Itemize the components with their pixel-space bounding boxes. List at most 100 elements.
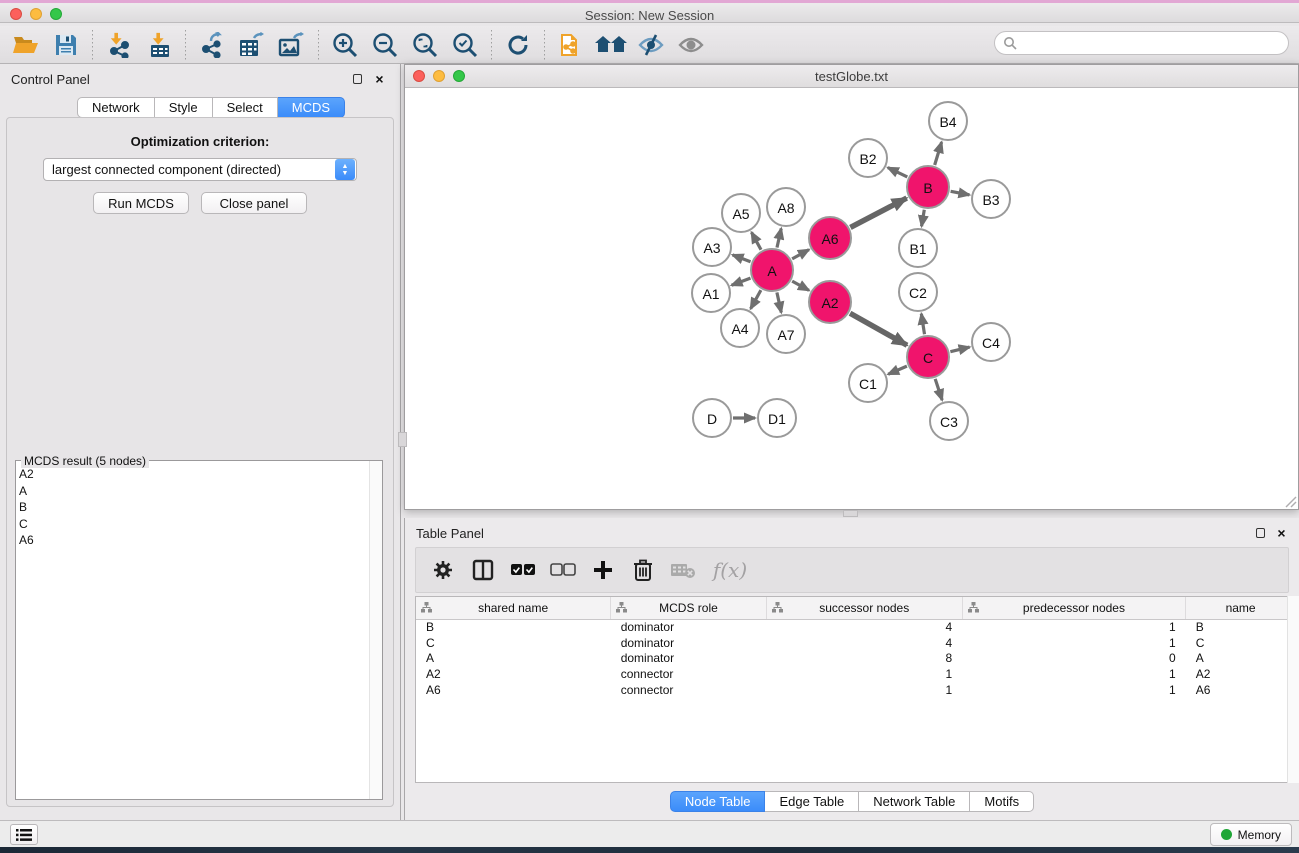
table-cell[interactable]: 1 bbox=[766, 666, 962, 682]
graph-edge-A-A3[interactable] bbox=[733, 255, 751, 262]
graph-edge-B-B4[interactable] bbox=[935, 142, 942, 165]
graph-node-C3[interactable]: C3 bbox=[930, 402, 968, 440]
close-panel-button[interactable]: Close panel bbox=[201, 192, 307, 214]
table-cell[interactable]: A bbox=[1186, 651, 1296, 667]
graph-node-A8[interactable]: A8 bbox=[767, 188, 805, 226]
task-history-button[interactable] bbox=[10, 824, 38, 845]
apply-layout-button[interactable] bbox=[498, 28, 538, 62]
window-resize-grip[interactable] bbox=[1283, 494, 1297, 508]
table-cell[interactable]: 0 bbox=[962, 651, 1185, 667]
tab-network[interactable]: Network bbox=[77, 97, 155, 118]
table-cell[interactable]: dominator bbox=[611, 619, 767, 635]
graph-node-C1[interactable]: C1 bbox=[849, 364, 887, 402]
float-panel-icon[interactable] bbox=[351, 72, 364, 85]
list-item[interactable]: C bbox=[19, 516, 367, 533]
graph-edge-A-A6[interactable] bbox=[792, 250, 809, 259]
network-window-titlebar[interactable]: testGlobe.txt bbox=[405, 65, 1298, 88]
column-header-shared-name[interactable]: shared name bbox=[416, 597, 611, 619]
table-cell[interactable]: 1 bbox=[962, 635, 1185, 651]
delete-column-button[interactable] bbox=[626, 552, 660, 588]
table-cell[interactable]: 8 bbox=[766, 651, 962, 667]
graph-node-D1[interactable]: D1 bbox=[758, 399, 796, 437]
graph-edge-A6-B[interactable] bbox=[850, 198, 906, 227]
list-item[interactable]: A bbox=[19, 483, 367, 500]
close-table-panel-icon[interactable]: × bbox=[1275, 526, 1288, 539]
export-table-button[interactable] bbox=[232, 28, 272, 62]
search-field[interactable] bbox=[994, 31, 1289, 55]
column-header-successor-nodes[interactable]: successor nodes bbox=[766, 597, 962, 619]
table-cell[interactable]: B bbox=[1186, 619, 1296, 635]
list-item[interactable]: A6 bbox=[19, 532, 367, 549]
graph-node-A2[interactable]: A2 bbox=[809, 281, 851, 323]
table-scrollbar[interactable] bbox=[1287, 596, 1299, 783]
table-row[interactable]: Cdominator41C bbox=[416, 635, 1296, 651]
zoom-fit-button[interactable] bbox=[405, 28, 445, 62]
graph-node-B2[interactable]: B2 bbox=[849, 139, 887, 177]
column-header-MCDS-role[interactable]: MCDS role bbox=[611, 597, 767, 619]
table-row[interactable]: A6connector11A6 bbox=[416, 682, 1296, 698]
network-graph[interactable]: B4B2BB3A8A5A6A3B1AA1C2A2A4A7C4CC1DD1C3 bbox=[405, 89, 1298, 509]
list-item[interactable]: A2 bbox=[19, 466, 367, 483]
table-cell[interactable]: 1 bbox=[766, 682, 962, 698]
criterion-dropdown[interactable]: largest connected component (directed) ▲… bbox=[43, 158, 357, 181]
graph-edge-B-B2[interactable] bbox=[888, 168, 907, 177]
graph-node-B4[interactable]: B4 bbox=[929, 102, 967, 140]
table-cell[interactable]: 1 bbox=[962, 666, 1185, 682]
tab-select[interactable]: Select bbox=[213, 97, 278, 118]
tab-mcds[interactable]: MCDS bbox=[278, 97, 345, 118]
table-cell[interactable]: A6 bbox=[1186, 682, 1296, 698]
table-cell[interactable]: A2 bbox=[1186, 666, 1296, 682]
export-network-button[interactable] bbox=[192, 28, 232, 62]
new-network-from-file-button[interactable] bbox=[551, 28, 591, 62]
import-network-button[interactable] bbox=[99, 28, 139, 62]
graph-edge-C-C3[interactable] bbox=[935, 379, 942, 400]
table-row[interactable]: Bdominator41B bbox=[416, 619, 1296, 635]
open-session-button[interactable] bbox=[6, 28, 46, 62]
graph-edge-A-A8[interactable] bbox=[777, 228, 781, 247]
graph-edge-C-C4[interactable] bbox=[950, 347, 969, 352]
graph-edge-A-A1[interactable] bbox=[732, 278, 751, 285]
column-header-predecessor-nodes[interactable]: predecessor nodes bbox=[962, 597, 1185, 619]
table-settings-button[interactable] bbox=[426, 552, 460, 588]
table-cell[interactable]: dominator bbox=[611, 651, 767, 667]
show-columns-button[interactable] bbox=[466, 552, 500, 588]
table-cell[interactable]: 1 bbox=[962, 682, 1185, 698]
graph-node-C[interactable]: C bbox=[907, 336, 949, 378]
mcds-result-list[interactable]: A2ABCA6 bbox=[19, 466, 367, 796]
vertical-split-grip[interactable] bbox=[398, 432, 407, 447]
graph-node-A1[interactable]: A1 bbox=[692, 274, 730, 312]
show-all-networks-button[interactable] bbox=[591, 28, 631, 62]
zoom-selected-button[interactable] bbox=[445, 28, 485, 62]
list-item[interactable]: B bbox=[19, 499, 367, 516]
graph-node-A5[interactable]: A5 bbox=[722, 194, 760, 232]
table-cell[interactable]: A6 bbox=[416, 682, 611, 698]
function-builder-button[interactable]: f(x) bbox=[706, 552, 754, 588]
close-panel-icon[interactable]: × bbox=[373, 72, 386, 85]
tab-network-table[interactable]: Network Table bbox=[859, 791, 970, 812]
delete-table-button[interactable] bbox=[666, 552, 700, 588]
horizontal-split-grip[interactable] bbox=[843, 510, 858, 517]
table-cell[interactable]: connector bbox=[611, 666, 767, 682]
graph-edge-A2-C[interactable] bbox=[850, 313, 907, 345]
graph-node-B1[interactable]: B1 bbox=[899, 229, 937, 267]
graph-node-A3[interactable]: A3 bbox=[693, 228, 731, 266]
graph-node-A4[interactable]: A4 bbox=[721, 309, 759, 347]
tab-node-table[interactable]: Node Table bbox=[670, 791, 766, 812]
zoom-out-button[interactable] bbox=[365, 28, 405, 62]
import-table-button[interactable] bbox=[139, 28, 179, 62]
graph-node-C4[interactable]: C4 bbox=[972, 323, 1010, 361]
graph-edge-A-A5[interactable] bbox=[752, 232, 762, 249]
search-input[interactable] bbox=[1017, 36, 1288, 50]
table-cell[interactable]: C bbox=[416, 635, 611, 651]
hide-selected-button[interactable] bbox=[631, 28, 671, 62]
table-row[interactable]: A2connector11A2 bbox=[416, 666, 1296, 682]
graph-edge-C-C2[interactable] bbox=[921, 314, 924, 335]
table-cell[interactable]: dominator bbox=[611, 635, 767, 651]
tab-motifs[interactable]: Motifs bbox=[970, 791, 1034, 812]
float-table-panel-icon[interactable] bbox=[1254, 526, 1267, 539]
graph-node-D[interactable]: D bbox=[693, 399, 731, 437]
table-cell[interactable]: 1 bbox=[962, 619, 1185, 635]
result-scrollbar[interactable] bbox=[369, 461, 382, 799]
graph-edge-B-B3[interactable] bbox=[951, 191, 970, 195]
deselect-all-button[interactable] bbox=[546, 552, 580, 588]
